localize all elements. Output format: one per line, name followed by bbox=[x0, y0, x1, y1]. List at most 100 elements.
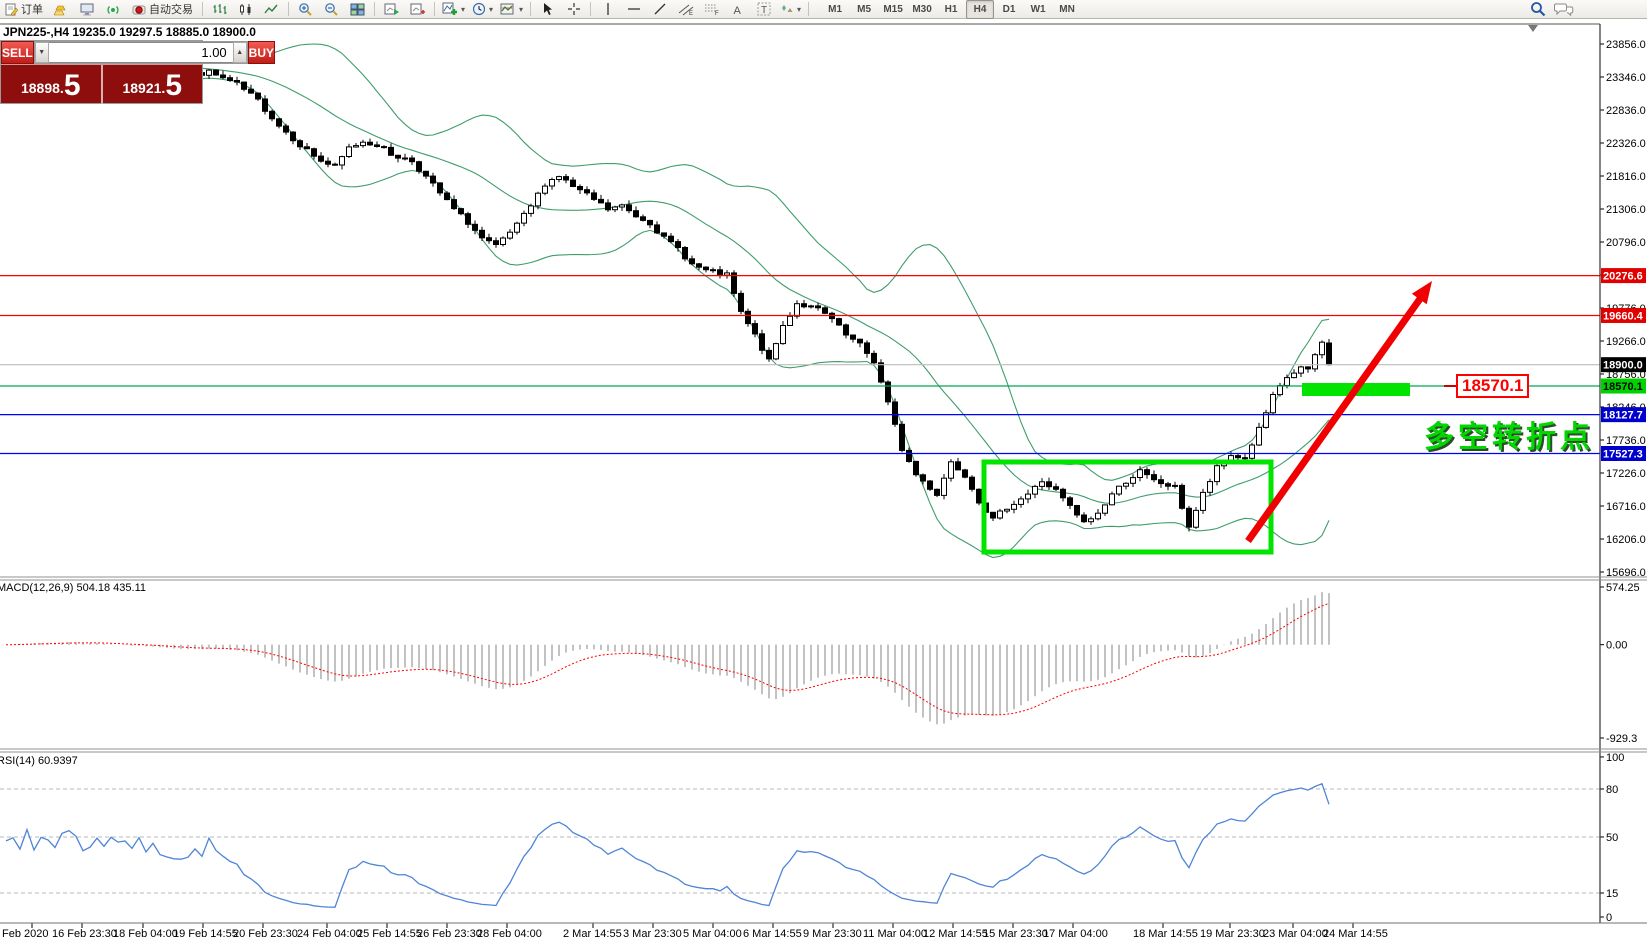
profile-charts-button[interactable] bbox=[379, 0, 404, 19]
market-watch-button[interactable] bbox=[49, 0, 74, 19]
expert-advisor-button[interactable] bbox=[75, 0, 100, 19]
volume-input[interactable] bbox=[49, 42, 233, 63]
timeframe-m5-button[interactable]: M5 bbox=[850, 0, 878, 19]
chart-shift-marker[interactable] bbox=[1528, 25, 1538, 32]
line-chart-mode-button[interactable] bbox=[259, 0, 284, 19]
timeframe-d1-button[interactable]: D1 bbox=[995, 0, 1023, 19]
trend-arrow[interactable] bbox=[1248, 296, 1422, 541]
toolbar-separator bbox=[530, 2, 531, 16]
periods-button[interactable]: ▾ bbox=[469, 0, 496, 19]
candle bbox=[851, 335, 856, 339]
svg-text:F: F bbox=[715, 11, 719, 16]
bollinger-middle-band bbox=[6, 61, 1329, 503]
signals-button[interactable] bbox=[101, 0, 126, 19]
horizontal-lines-layer[interactable] bbox=[0, 276, 1600, 454]
timeframe-h1-button[interactable]: H1 bbox=[937, 0, 965, 19]
svg-text:E: E bbox=[689, 11, 693, 16]
profile-add-button[interactable] bbox=[405, 0, 430, 19]
cursor-tool-button[interactable] bbox=[535, 0, 560, 19]
vertical-line-tool-button[interactable] bbox=[595, 0, 620, 19]
buy-button[interactable]: BUY bbox=[248, 41, 275, 64]
sell-button[interactable]: SELL bbox=[1, 41, 34, 64]
buy-price-display[interactable]: 18921.5 bbox=[103, 65, 203, 104]
dropdown-caret: ▾ bbox=[461, 5, 465, 14]
volume-decrease-button[interactable]: ▼ bbox=[35, 42, 49, 63]
candle bbox=[1243, 458, 1248, 459]
text-tool-button[interactable]: A bbox=[725, 0, 750, 19]
rsi-panel[interactable]: 1008050150 bbox=[0, 752, 1624, 924]
candle bbox=[963, 470, 968, 477]
time-label: 24 Mar 14:55 bbox=[1323, 928, 1388, 940]
svg-text:50: 50 bbox=[1606, 832, 1618, 844]
candle bbox=[340, 157, 345, 165]
candle bbox=[1285, 378, 1290, 386]
candle bbox=[214, 70, 219, 75]
horizontal-line-tool-button[interactable] bbox=[621, 0, 646, 19]
chat-button[interactable] bbox=[1551, 0, 1577, 19]
bar-chart-mode-button[interactable] bbox=[207, 0, 232, 19]
candle bbox=[1313, 355, 1318, 369]
candle bbox=[774, 344, 779, 359]
level-price-label[interactable]: 18570.1 bbox=[1456, 374, 1529, 398]
autotrading-button[interactable]: 自动交易 bbox=[127, 0, 198, 19]
panel-borders bbox=[0, 24, 1647, 923]
candlestick-mode-button[interactable] bbox=[233, 0, 258, 19]
svg-text:80: 80 bbox=[1606, 784, 1618, 796]
candle bbox=[256, 93, 261, 99]
zoom-in-button[interactable] bbox=[293, 0, 318, 19]
timeframe-w1-button[interactable]: W1 bbox=[1024, 0, 1052, 19]
time-label: 20 Feb 23:30 bbox=[233, 928, 298, 940]
candle bbox=[746, 311, 751, 323]
time-label: 15 Mar 23:30 bbox=[983, 928, 1048, 940]
candle bbox=[1082, 515, 1087, 522]
shapes-tool-button[interactable]: ▾ bbox=[777, 0, 804, 19]
new-order-button[interactable]: 订单 bbox=[0, 0, 48, 19]
main-price-panel[interactable]: 23856.023346.022836.022326.021816.021306… bbox=[0, 39, 1646, 579]
candle bbox=[543, 186, 548, 193]
autotrading-stop-icon bbox=[132, 3, 146, 16]
volume-stepper: ▼ ▲ bbox=[34, 41, 248, 64]
candle bbox=[704, 267, 709, 270]
crosshair-tool-button[interactable] bbox=[561, 0, 586, 19]
cursor-icon bbox=[541, 2, 554, 16]
drawings-layer[interactable] bbox=[984, 281, 1432, 552]
trendline-tool-button[interactable] bbox=[647, 0, 672, 19]
templates-button[interactable]: ▾ bbox=[497, 0, 526, 19]
macd-panel[interactable]: 574.250.00-929.3 bbox=[6, 582, 1640, 745]
turning-point-annotation[interactable]: 多空转折点 bbox=[1424, 412, 1594, 456]
timeframe-m15-button[interactable]: M15 bbox=[879, 0, 907, 19]
tile-windows-button[interactable] bbox=[345, 0, 370, 19]
candle bbox=[718, 270, 723, 275]
candle bbox=[928, 481, 933, 489]
svg-text:18127.7: 18127.7 bbox=[1603, 410, 1643, 422]
new-order-label: 订单 bbox=[21, 1, 43, 17]
chart-title: JPN225-,H4 19235.0 19297.5 18885.0 18900… bbox=[3, 25, 256, 39]
rsi-axis: 1008050150 bbox=[1600, 752, 1624, 924]
indicators-button[interactable]: ▾ bbox=[439, 0, 468, 19]
fibonacci-icon: F bbox=[704, 2, 720, 16]
timeframe-mn-button[interactable]: MN bbox=[1053, 0, 1081, 19]
volume-increase-button[interactable]: ▲ bbox=[233, 42, 247, 63]
sell-price-display[interactable]: 18898.5 bbox=[1, 65, 103, 104]
time-axis: Feb 202016 Feb 23:3018 Feb 04:0019 Feb 1… bbox=[2, 923, 1388, 940]
candle bbox=[424, 171, 429, 176]
timeframe-h4-button[interactable]: H4 bbox=[966, 0, 994, 19]
candle bbox=[872, 353, 877, 362]
zoom-out-button[interactable] bbox=[319, 0, 344, 19]
search-button[interactable] bbox=[1525, 0, 1550, 19]
candle bbox=[354, 146, 359, 147]
label-tool-button[interactable]: T bbox=[751, 0, 776, 19]
macd-signal-line bbox=[6, 603, 1329, 714]
candle bbox=[249, 89, 254, 93]
candle bbox=[207, 70, 212, 75]
toolbar-separator bbox=[202, 2, 203, 16]
chart-window[interactable]: 23856.023346.022836.022326.021816.021306… bbox=[0, 0, 1647, 940]
timeframe-m30-button[interactable]: M30 bbox=[908, 0, 936, 19]
channel-tool-button[interactable]: E bbox=[673, 0, 698, 19]
candle bbox=[1117, 486, 1122, 494]
timeframe-m1-button[interactable]: M1 bbox=[821, 0, 849, 19]
candle bbox=[1089, 519, 1094, 522]
time-label: 5 Mar 04:00 bbox=[683, 928, 742, 940]
fibonacci-tool-button[interactable]: F bbox=[699, 0, 724, 19]
dropdown-caret: ▾ bbox=[489, 5, 493, 14]
